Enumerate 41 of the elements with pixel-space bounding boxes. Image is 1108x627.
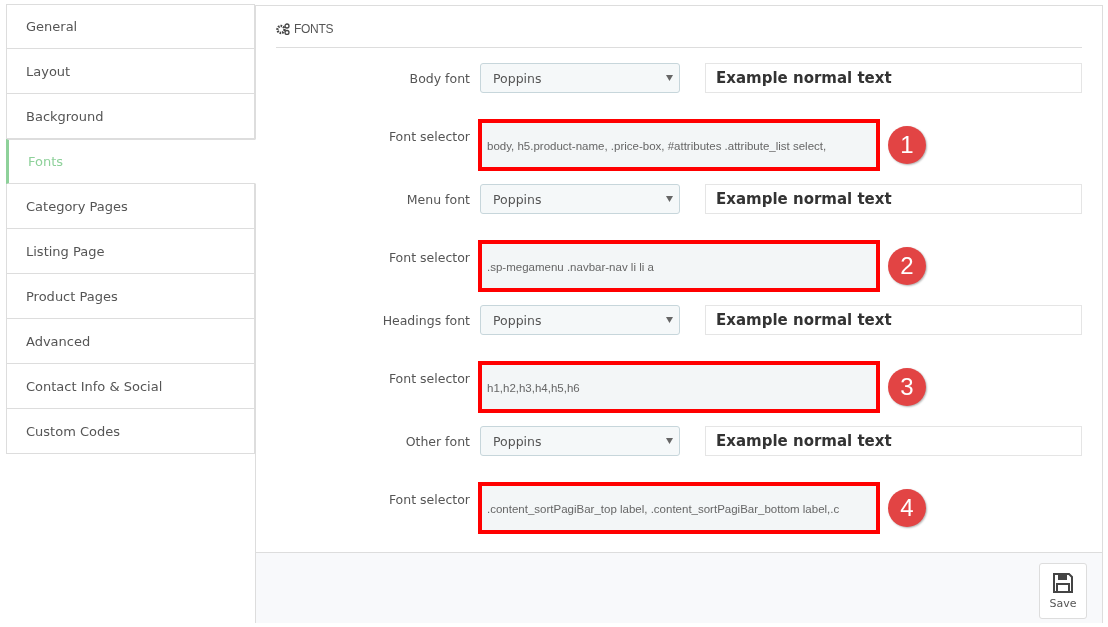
field-label: Font selector	[387, 250, 470, 265]
sidebar-item[interactable]: Custom Codes	[6, 409, 255, 454]
input-field[interactable]: h1,h2,h3,h4,h5,h6	[478, 361, 880, 413]
font-preview: Example normal text	[705, 63, 1082, 93]
number-badge: 4	[888, 489, 926, 527]
font-dropdown[interactable]: Poppins	[480, 184, 680, 214]
field-label: Font selector	[387, 129, 470, 144]
sidebar-item[interactable]: Layout	[6, 49, 255, 94]
caret-icon	[666, 317, 673, 323]
field-label: Body font	[408, 70, 470, 86]
gears-icon	[276, 23, 290, 35]
sidebar-item[interactable]: Category Pages	[6, 184, 255, 229]
font-dropdown[interactable]: Poppins	[480, 426, 680, 456]
sidebar-item[interactable]: Listing Page	[6, 229, 255, 274]
input-field[interactable]: .content_sortPagiBar_top label, .content_sortPagiBar_bottom label,.c	[478, 482, 880, 534]
font-preview: Example normal text	[705, 184, 1082, 214]
section-title: FONTS	[294, 22, 334, 36]
field-label: Headings font	[381, 312, 470, 328]
sidebar-item[interactable]: Advanced	[6, 319, 255, 364]
font-preview: Example normal text	[705, 305, 1082, 335]
number-badge: 3	[888, 368, 926, 406]
sidebar-item[interactable]: Contact Info & Social	[6, 364, 255, 409]
caret-icon	[666, 196, 673, 202]
field-label: Font selector	[387, 492, 470, 507]
sidebar-item[interactable]: Background	[6, 94, 255, 139]
caret-icon	[666, 75, 673, 81]
input-field[interactable]: body, h5.product-name, .price-box, #attributes .attribute_list select,	[478, 119, 880, 171]
field-label: Font selector	[387, 371, 470, 386]
font-dropdown[interactable]: Poppins	[480, 63, 680, 93]
field-label: Menu font	[405, 191, 470, 207]
save-icon	[1052, 572, 1074, 594]
sidebar-item[interactable]: Product Pages	[6, 274, 255, 319]
caret-icon	[666, 438, 673, 444]
font-dropdown[interactable]: Poppins	[480, 305, 680, 335]
number-badge: 1	[888, 126, 926, 164]
field-label: Other font	[404, 433, 470, 449]
input-field[interactable]: .sp-megamenu .navbar-nav li li a	[478, 240, 880, 292]
font-preview: Example normal text	[705, 426, 1082, 456]
save-button[interactable]: Save	[1039, 563, 1087, 619]
sidebar-item[interactable]: General	[6, 4, 255, 49]
number-badge: 2	[888, 247, 926, 285]
